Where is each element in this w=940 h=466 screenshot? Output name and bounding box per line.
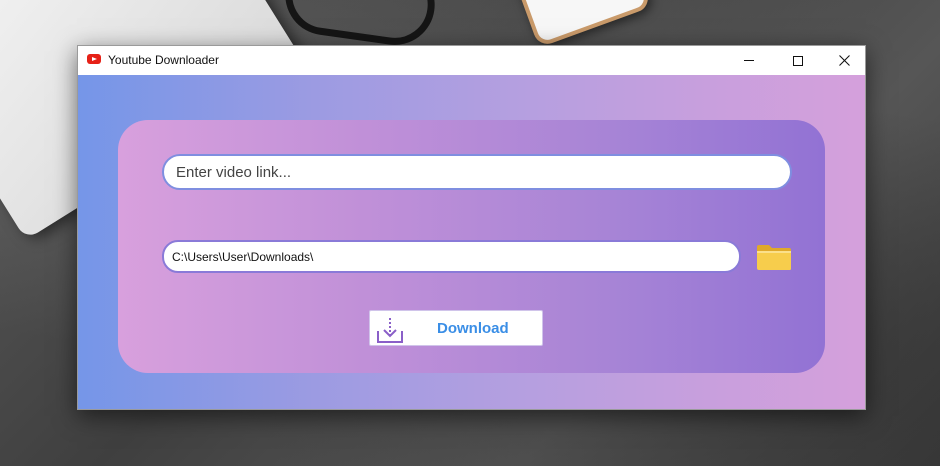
browse-folder-button[interactable] (756, 243, 792, 271)
download-path-input[interactable] (162, 240, 741, 273)
title-bar[interactable]: Youtube Downloader (78, 46, 865, 75)
app-window: Youtube Downloader Enter video link... C… (77, 45, 866, 410)
download-button-label: Download (437, 320, 509, 337)
main-panel: Download (118, 120, 825, 373)
video-link-input[interactable] (162, 154, 792, 190)
client-area: Download (78, 75, 865, 409)
download-icon (377, 318, 403, 343)
maximize-button[interactable] (775, 46, 821, 75)
background-glasses (280, 0, 440, 51)
close-icon (838, 55, 850, 66)
download-button[interactable]: Download (369, 310, 543, 346)
window-title: Youtube Downloader (108, 53, 219, 67)
youtube-icon (87, 54, 101, 64)
folder-icon (757, 245, 791, 270)
maximize-icon (793, 55, 803, 66)
minimize-button[interactable] (726, 46, 772, 75)
close-button[interactable] (821, 46, 865, 75)
background-phone (508, 0, 652, 48)
minimize-icon (744, 60, 754, 61)
